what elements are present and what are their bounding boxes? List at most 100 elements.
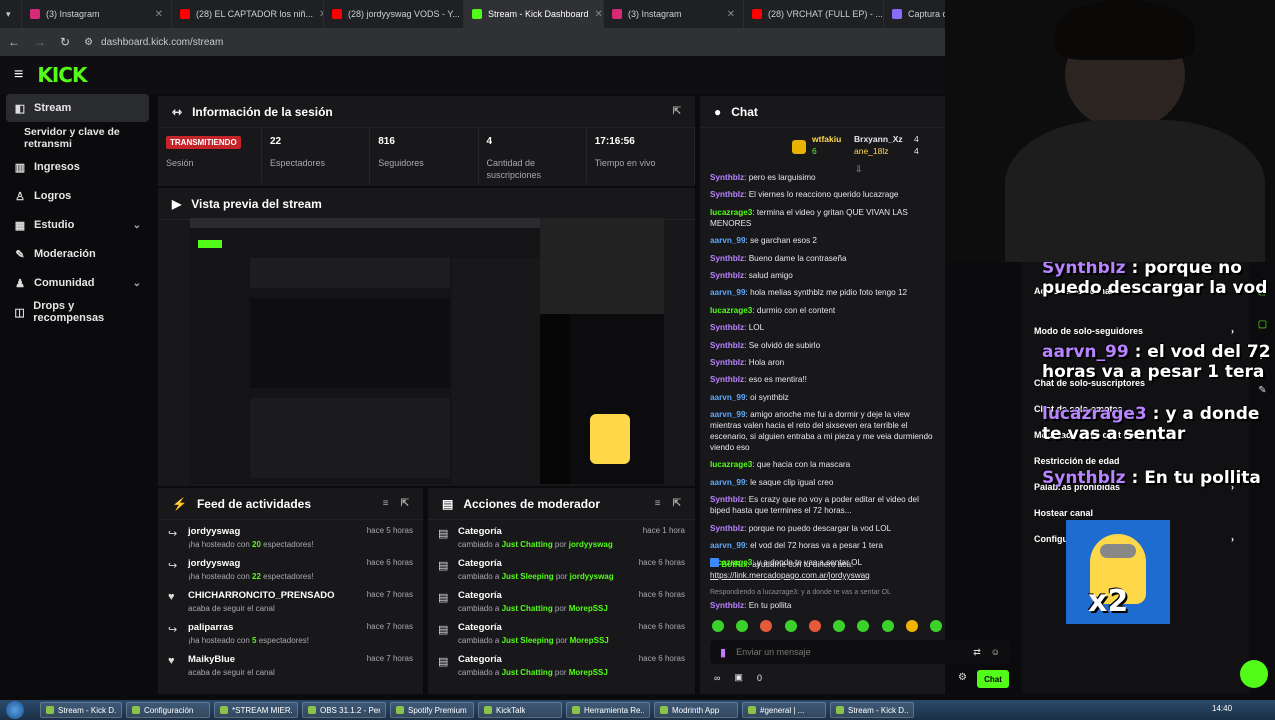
activity-user[interactable]: jordyyswag — [188, 526, 313, 537]
close-tab-icon[interactable]: ✕ — [727, 9, 735, 20]
chevron-down-icon[interactable]: ⌄ — [133, 220, 141, 231]
chat-username[interactable]: aarvn_99 — [710, 288, 746, 297]
moderator-user[interactable]: MorepSSJ — [569, 668, 608, 677]
channel-action-item[interactable]: Restricción de edad — [1034, 456, 1234, 466]
chat-username[interactable]: Synthblz — [710, 341, 744, 350]
chat-username[interactable]: aarvn_99 — [710, 541, 746, 550]
sidebar-item-drops[interactable]: ◫ Drops y recompensas — [0, 298, 155, 326]
taskbar-item[interactable]: Herramienta Re... — [566, 702, 650, 718]
browser-tab[interactable]: (28) jordyyswag VODS - Y...✕ — [324, 0, 464, 28]
chat-username[interactable]: lucazrage3 — [710, 208, 752, 217]
activity-user[interactable]: paliparras — [188, 622, 309, 633]
chat-input[interactable] — [736, 647, 964, 657]
chat-username[interactable]: Synthblz — [710, 601, 744, 610]
chat-settings-icon[interactable]: ⚙ — [958, 672, 967, 683]
taskbar-item[interactable]: Stream - Kick D... — [830, 702, 914, 718]
popout-icon[interactable]: ⇱ — [401, 498, 409, 509]
emote-icon[interactable] — [905, 620, 918, 632]
forward-icon[interactable]: → — [34, 35, 46, 49]
sidebar-item-servidor[interactable]: Servidor y clave de retransmi — [0, 124, 155, 152]
chevron-down-icon[interactable]: ⌄ — [133, 278, 141, 289]
activity-user[interactable]: jordyyswag — [188, 558, 313, 569]
chat-username[interactable]: aarvn_99 — [710, 393, 746, 402]
activity-user[interactable]: CHICHARRONCITO_PRENSADO — [188, 590, 335, 601]
chat-username[interactable]: Synthblz — [710, 190, 744, 199]
channel-action-item[interactable]: Modo de solo-seguidores › — [1034, 326, 1234, 336]
moderator-user[interactable]: MorepSSJ — [569, 604, 608, 613]
moderator-user[interactable]: jordyyswag — [570, 572, 614, 581]
emote-icon[interactable] — [808, 620, 821, 632]
chat-username[interactable]: Synthblz — [710, 524, 744, 533]
stream-preview-video[interactable] — [190, 218, 664, 484]
sidebar-item-stream[interactable]: ◧ Stream — [6, 94, 149, 122]
emote-icon[interactable] — [712, 620, 724, 632]
wrench-tool-icon[interactable]: ✎ — [1258, 385, 1266, 396]
chat-username[interactable]: Synthblz — [710, 323, 744, 332]
reload-icon[interactable]: ↻ — [60, 35, 70, 49]
hamburger-menu-icon[interactable]: ≡ — [14, 66, 23, 84]
moderator-user[interactable]: MorepSSJ — [570, 636, 609, 645]
kick-logo[interactable]: KICK — [37, 63, 87, 87]
chat-username[interactable]: aarvn_99 — [710, 236, 746, 245]
emote-icon[interactable] — [784, 620, 797, 632]
sidebar-item-comunidad[interactable]: ♟ Comunidad ⌄ — [0, 269, 155, 297]
tab-list-button[interactable]: ▾ — [0, 0, 22, 28]
back-icon[interactable]: ← — [8, 35, 20, 49]
browser-tab[interactable]: (28) EL CAPTADOR los niñ...✕ — [172, 0, 324, 28]
emote-icon[interactable] — [857, 620, 870, 632]
chat-username[interactable]: Synthblz — [710, 358, 744, 367]
emote-icon[interactable] — [833, 620, 846, 632]
filter-icon[interactable]: ≡ — [655, 498, 661, 509]
chat-username[interactable]: Synthblz — [710, 495, 744, 504]
chat-username[interactable]: Synthblz — [710, 173, 744, 182]
chat-username[interactable]: lucazrage3 — [710, 460, 752, 469]
sidebar-item-moderación[interactable]: ✎ Moderación — [0, 240, 155, 268]
popout-icon[interactable]: ⇱ — [673, 498, 681, 509]
browser-tab[interactable]: (3) Instagram ✕ — [604, 0, 744, 28]
browser-tab[interactable]: (28) VRCHAT (FULL EP) - ...✕ — [744, 0, 884, 28]
link-icon[interactable]: ∞ — [714, 673, 720, 683]
sidebar-item-logros[interactable]: ♙ Logros — [0, 182, 155, 210]
taskbar-item[interactable]: Modrinth App — [654, 702, 738, 718]
sidebar-item-ingresos[interactable]: ▥ Ingresos — [0, 153, 155, 181]
emote-icon[interactable] — [736, 620, 749, 632]
taskbar-item[interactable]: OBS 31.1.2 - Per... — [302, 702, 386, 718]
filter-icon[interactable]: ≡ — [383, 498, 389, 509]
emote-icon[interactable] — [929, 620, 942, 632]
donation-link[interactable]: https://link.mercadopago.com.ar/jordyysw… — [710, 571, 870, 580]
send-chat-button[interactable]: Chat — [977, 670, 1009, 688]
chat-username[interactable]: Synthblz — [710, 375, 744, 384]
chat-input-box[interactable]: ▮ ⇄ ☺ — [710, 640, 1010, 664]
taskbar-item[interactable]: *STREAM MIER... — [214, 702, 298, 718]
taskbar-item[interactable]: Stream - Kick D... — [40, 702, 122, 718]
calendar-icon[interactable]: ▣ — [734, 672, 743, 683]
botrix-user[interactable]: BotRix — [721, 560, 747, 569]
close-tab-icon[interactable]: ✕ — [155, 9, 163, 20]
close-tab-icon[interactable]: ✕ — [595, 9, 603, 20]
site-info-icon[interactable]: ⚙ — [84, 37, 93, 48]
chat-username[interactable]: Synthblz — [710, 271, 744, 280]
mic-icon[interactable]: ▮ — [720, 646, 726, 659]
chat-username[interactable]: aarvn_99 — [710, 410, 746, 419]
activity-user[interactable]: MaikyBlue — [188, 654, 275, 665]
popout-icon[interactable]: ⇱ — [673, 106, 681, 117]
chat-username[interactable]: Synthblz — [710, 254, 744, 263]
mod-tool-icon[interactable]: ▢ — [1258, 319, 1267, 330]
emote-picker-icon[interactable]: ☺ — [991, 647, 1000, 657]
chat-username[interactable]: aarvn_99 — [710, 478, 746, 487]
taskbar-item[interactable]: Configuración — [126, 702, 210, 718]
url-text[interactable]: dashboard.kick.com/stream — [101, 37, 223, 48]
browser-tab[interactable]: (3) Instagram ✕ — [22, 0, 172, 28]
sidebar-item-estudio[interactable]: ▦ Estudio ⌄ — [0, 211, 155, 239]
taskbar-item[interactable]: Spotify Premium — [390, 702, 474, 718]
start-button[interactable] — [6, 701, 24, 719]
emote-icon[interactable] — [881, 620, 894, 632]
translate-icon[interactable]: ⇄ — [973, 647, 981, 658]
taskbar-item[interactable]: #general | ... — [742, 702, 826, 718]
emote-icon[interactable] — [760, 620, 773, 632]
channel-action-item[interactable]: Hostear canal — [1034, 508, 1234, 518]
taskbar-item[interactable]: KickTalk — [478, 702, 562, 718]
moderator-user[interactable]: jordyyswag — [569, 540, 613, 549]
help-button[interactable] — [1240, 660, 1268, 688]
browser-tab[interactable]: Stream - Kick Dashboard ✕ — [464, 0, 604, 28]
